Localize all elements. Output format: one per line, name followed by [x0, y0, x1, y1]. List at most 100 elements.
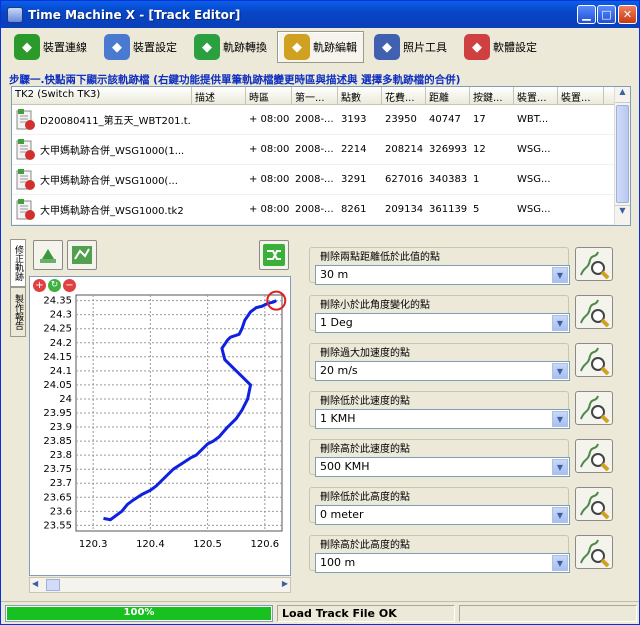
filter-select[interactable]: 100 m ▼ — [315, 553, 570, 573]
shuffle-button[interactable] — [259, 240, 289, 270]
apply-filter-button[interactable] — [575, 439, 613, 473]
app-icon[interactable] — [7, 6, 23, 23]
table-vertical-scrollbar[interactable]: ▲ ▼ — [614, 87, 630, 225]
table-row[interactable]: 大甲媽軌跡合併_WSG1000.tk2 + 08:00 2008-... 8261 20… — [12, 195, 630, 225]
filter-group: 刪除過大加速度的點 20 m/s ▼ — [309, 343, 570, 381]
y-tick-label: 23.75 — [43, 464, 72, 475]
table-row[interactable]: 大甲媽軌跡合併_WSG1000(... + 08:00 2008-... 3291 62… — [12, 165, 630, 195]
scroll-down-button[interactable]: ▼ — [615, 205, 630, 221]
undo-button[interactable] — [33, 240, 63, 270]
column-header[interactable]: TK2 (Switch TK3) — [12, 87, 192, 104]
apply-filter-button[interactable] — [575, 391, 613, 425]
shuffle-icon — [263, 244, 285, 266]
track-plot[interactable]: 24.35 24.3 24.25 24.2 24.15 24.1 24.05 24 23.95 2… — [30, 277, 290, 575]
column-header[interactable]: 點數 — [338, 87, 382, 104]
scroll-right-icon[interactable]: ▶ — [282, 579, 288, 588]
toolbar-button-label: 裝置設定 — [133, 41, 177, 54]
toolbar-button-label: 軌跡編輯 — [313, 41, 357, 54]
table-cell: 2008-... — [295, 174, 334, 185]
toolbar-button-4[interactable]: ◆ 照片工具 — [367, 31, 454, 63]
filter-value: 1 Deg — [320, 316, 353, 329]
toolbar-button-label: 裝置連線 — [43, 41, 87, 54]
filter-select[interactable]: 1 KMH ▼ — [315, 409, 570, 429]
filter-label: 刪除過大加速度的點 — [318, 344, 412, 359]
filter-value: 30 m — [320, 268, 349, 281]
table-cell: + 08:00 — [249, 144, 290, 155]
y-tick-label: 24.15 — [43, 352, 72, 363]
track-file-table[interactable]: TK2 (Switch TK3) 描述 時區 第一... 點數 花費... 距離 按鍵... 裝… — [11, 86, 631, 226]
table-cell-filename: 大甲媽軌跡合併_WSG1000.tk2 — [12, 198, 192, 222]
toolbar-button-0[interactable]: ◆ 裝置連線 — [7, 31, 94, 63]
table-cell-filename: D20080411_第五天_WBT201.t... — [12, 108, 192, 132]
scroll-left-icon[interactable]: ◀ — [32, 579, 38, 588]
title-bar[interactable]: Time Machine X - [Track Editor] ▁ □ ✕ — [1, 1, 639, 28]
maximize-button[interactable]: □ — [597, 5, 616, 24]
device-settings-icon: ◆ — [104, 34, 130, 60]
y-tick-label: 23.8 — [50, 450, 72, 461]
table-row[interactable]: 大甲媽軌跡合併_WSG1000(1... + 08:00 2008-... 2214 2… — [12, 135, 630, 165]
toolbar-button-1[interactable]: ◆ 裝置設定 — [97, 31, 184, 63]
column-header[interactable]: 時區 — [246, 87, 292, 104]
apply-filter-button[interactable] — [575, 343, 613, 377]
filter-select[interactable]: 1 Deg ▼ — [315, 313, 570, 333]
chevron-down-icon[interactable]: ▼ — [552, 507, 568, 523]
table-cell: 23950 — [385, 114, 417, 125]
minimize-button[interactable]: ▁ — [577, 5, 596, 24]
table-cell: 627016 — [385, 174, 424, 185]
apply-filter-button[interactable] — [575, 247, 613, 281]
column-header[interactable]: 按鍵... — [470, 87, 514, 104]
toolbar-button-2[interactable]: ◆ 軌跡轉換 — [187, 31, 274, 63]
magnifier-track-icon — [580, 491, 610, 520]
map-export-button[interactable] — [67, 240, 97, 270]
filename-text: 大甲媽軌跡合併_WSG1000.tk2 — [40, 206, 184, 217]
filename-text: 大甲媽軌跡合併_WSG1000(... — [40, 176, 178, 187]
tab-fix-track[interactable]: 修正軌跡 — [10, 239, 26, 287]
chevron-down-icon[interactable]: ▼ — [552, 315, 568, 331]
y-tick-label: 24.3 — [50, 310, 72, 321]
scroll-thumb[interactable] — [616, 105, 629, 203]
column-header[interactable]: 裝置... — [514, 87, 558, 104]
hscroll-thumb[interactable] — [46, 579, 60, 591]
filter-select[interactable]: 0 meter ▼ — [315, 505, 570, 525]
chevron-down-icon[interactable]: ▼ — [552, 459, 568, 475]
window-title: Time Machine X - [Track Editor] — [28, 7, 241, 22]
plot-frame[interactable]: + ↻ − 24.35 24.3 24.25 24.2 24.15 24.1 24.05 24… — [29, 276, 291, 576]
table-cell: 8261 — [341, 204, 367, 215]
column-header[interactable]: 花費... — [382, 87, 426, 104]
maximize-icon: □ — [601, 8, 612, 21]
apply-filter-button[interactable] — [575, 487, 613, 521]
chart-horizontal-scrollbar[interactable]: ◀ ▶ — [29, 577, 291, 593]
filter-panel: 刪除兩點距離低於此值的點 30 m ▼ 刪除小於此角度變化的點 1 Deg ▼ 刪除過大加速… — [301, 239, 636, 601]
toolbar-button-3[interactable]: ◆ 軌跡編輯 — [277, 31, 364, 63]
chevron-down-icon[interactable]: ▼ — [552, 363, 568, 379]
track-line — [103, 299, 277, 522]
table-cell: 326993 — [429, 144, 468, 155]
filter-select[interactable]: 30 m ▼ — [315, 265, 570, 285]
filter-select[interactable]: 500 KMH ▼ — [315, 457, 570, 477]
close-button[interactable]: ✕ — [618, 5, 637, 24]
magnifier-track-icon — [580, 347, 610, 376]
step-instruction: 步驟一.快點兩下顯示該軌跡檔 (右鍵功能提供單筆軌跡檔變更時區與描述與 選擇多軌… — [9, 74, 461, 86]
chevron-down-icon[interactable]: ▼ — [552, 267, 568, 283]
filter-row: 刪除高於此速度的點 500 KMH ▼ — [309, 431, 637, 477]
column-header[interactable]: 第一... — [292, 87, 338, 104]
chevron-down-icon[interactable]: ▼ — [552, 411, 568, 427]
column-header[interactable]: 裝置... — [558, 87, 604, 104]
column-header[interactable]: 描述 — [192, 87, 246, 104]
table-row[interactable]: D20080411_第五天_WBT201.t... + 08:00 2008-...… — [12, 105, 630, 135]
filter-row: 刪除低於此高度的點 0 meter ▼ — [309, 479, 637, 525]
column-header[interactable]: 距離 — [426, 87, 470, 104]
filter-select[interactable]: 20 m/s ▼ — [315, 361, 570, 381]
track-file-icon — [15, 198, 37, 222]
track-edit-icon: ◆ — [284, 34, 310, 60]
apply-filter-button[interactable] — [575, 295, 613, 329]
tab-make-report[interactable]: 製作報告 — [10, 287, 26, 337]
filter-value: 0 meter — [320, 508, 364, 521]
apply-filter-button[interactable] — [575, 535, 613, 569]
magnifier-track-icon — [580, 251, 610, 280]
toolbar-button-5[interactable]: ◆ 軟體設定 — [457, 31, 544, 63]
scroll-up-button[interactable]: ▲ — [615, 87, 630, 103]
toolbar-button-label: 軟體設定 — [493, 41, 537, 54]
filter-label: 刪除兩點距離低於此值的點 — [318, 248, 442, 263]
chevron-down-icon[interactable]: ▼ — [552, 555, 568, 571]
